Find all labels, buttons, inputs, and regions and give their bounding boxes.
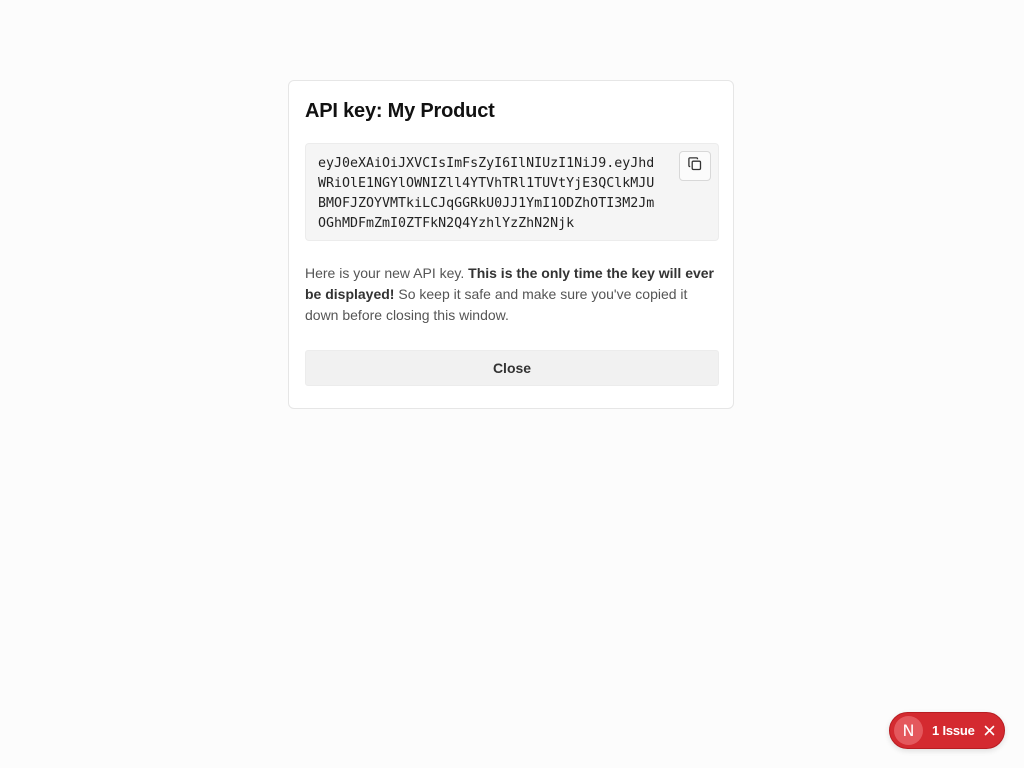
close-button[interactable]: Close: [305, 350, 719, 386]
dialog-description: Here is your new API key. This is the on…: [305, 263, 719, 326]
api-key-box: eyJ0eXAiOiJXVCIsImFsZyI6IlNIUzI1NiJ9.eyJ…: [305, 143, 719, 241]
close-icon[interactable]: [983, 724, 997, 738]
description-prefix: Here is your new API key.: [305, 265, 469, 281]
api-key-dialog: API key: My Product eyJ0eXAiOiJXVCIsImFs…: [288, 80, 734, 409]
copy-icon: [687, 156, 703, 177]
n-logo-icon[interactable]: N: [894, 716, 923, 745]
issue-count-label[interactable]: 1 Issue: [932, 723, 975, 738]
dev-issues-badge[interactable]: N 1 Issue: [889, 712, 1005, 749]
copy-button[interactable]: [679, 151, 711, 181]
api-key-text[interactable]: eyJ0eXAiOiJXVCIsImFsZyI6IlNIUzI1NiJ9.eyJ…: [318, 154, 662, 234]
dialog-title: API key: My Product: [305, 100, 495, 122]
